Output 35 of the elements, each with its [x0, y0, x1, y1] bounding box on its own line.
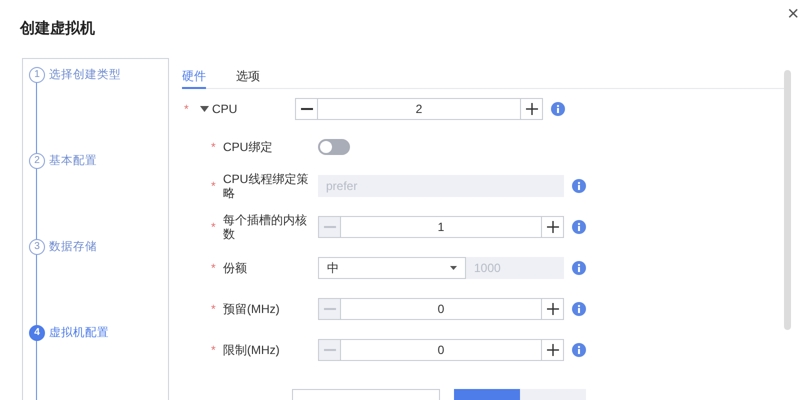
tab[interactable]: 硬件: [182, 64, 206, 89]
field-label: CPU绑定: [223, 140, 274, 154]
info-icon[interactable]: [572, 260, 586, 274]
field-label: 限制(MHz): [223, 342, 281, 356]
tab[interactable]: 选项: [236, 64, 260, 89]
dialog-title: 创建虚拟机: [20, 19, 95, 39]
step-number: 2: [29, 153, 45, 169]
required-mark: *: [211, 342, 217, 358]
toggle-switch[interactable]: [318, 139, 350, 155]
step-number: 1: [29, 67, 45, 83]
info-icon[interactable]: [572, 178, 586, 192]
field-label: 份额: [223, 260, 248, 274]
field-label: 每个插槽的内核数: [223, 212, 308, 240]
dropdown[interactable]: 中: [318, 256, 466, 278]
info-icon[interactable]: [572, 302, 586, 316]
caret-icon: [200, 106, 209, 112]
caret-icon: [450, 266, 457, 270]
dropdown-value: 中: [327, 260, 339, 276]
scrollbar[interactable]: [784, 70, 791, 330]
close-button[interactable]: ×: [787, 2, 799, 26]
required-mark: *: [211, 139, 217, 156]
info-icon[interactable]: [572, 220, 586, 234]
step-label[interactable]: 虚拟机配置: [49, 325, 109, 341]
required-mark: *: [211, 178, 217, 194]
field-label: 预留(MHz): [223, 302, 281, 316]
expand-toggle[interactable]: CPU: [200, 100, 295, 118]
step-number: 3: [29, 239, 45, 255]
field-label: CPU线程绑定策略: [223, 172, 310, 200]
required-mark: *: [211, 300, 217, 318]
step-number: 4: [29, 325, 45, 341]
required-mark: *: [184, 101, 190, 118]
required-mark: *: [211, 218, 217, 236]
required-mark: *: [211, 260, 217, 276]
info-icon[interactable]: [572, 342, 586, 356]
info-icon[interactable]: [551, 102, 565, 116]
